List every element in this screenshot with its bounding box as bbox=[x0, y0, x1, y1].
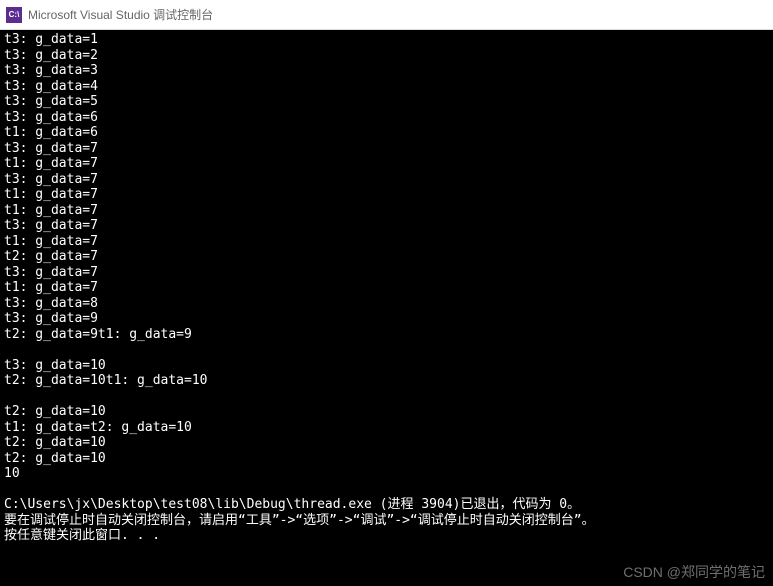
window-title-bar[interactable]: C:\ Microsoft Visual Studio 调试控制台 bbox=[0, 0, 773, 30]
app-icon: C:\ bbox=[6, 7, 22, 23]
window-title: Microsoft Visual Studio 调试控制台 bbox=[28, 6, 213, 23]
console-output: t3: g_data=1 t3: g_data=2 t3: g_data=3 t… bbox=[0, 30, 773, 586]
